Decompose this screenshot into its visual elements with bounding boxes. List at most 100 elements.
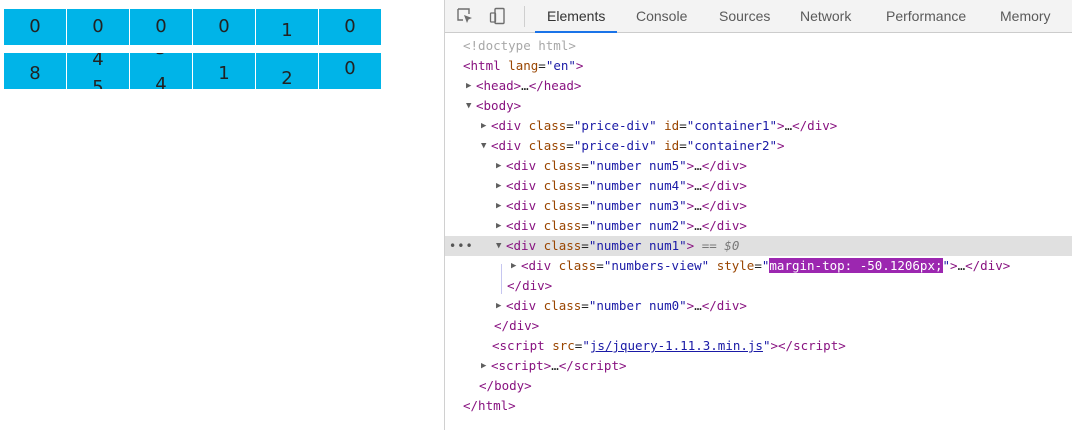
- div-close-tag: div: [509, 318, 532, 333]
- inspect-element-icon[interactable]: [456, 7, 474, 25]
- expand-triangle-icon[interactable]: ▶: [496, 156, 506, 176]
- div-tag: div: [513, 198, 537, 213]
- collapsed-ellipsis: …: [551, 358, 559, 373]
- collapsed-ellipsis: …: [521, 78, 529, 93]
- style-attr: style: [716, 258, 755, 273]
- number-cell: 0: [67, 9, 129, 45]
- class-attr: class: [528, 118, 567, 133]
- id-attr: id: [664, 138, 680, 153]
- dom-line-num0[interactable]: ▶ <div class="number num0">…</div>: [445, 296, 1072, 316]
- price-div-container1: 0 0 0 0 1 0: [4, 9, 382, 45]
- div-close-tag: div: [716, 198, 740, 213]
- dom-line-head[interactable]: ▶ <head>…</head>: [445, 76, 1072, 96]
- class-value: "price-div": [573, 138, 657, 153]
- class-value: "number num5": [588, 158, 687, 173]
- doctype-text: <!doctype html>: [463, 38, 576, 53]
- tab-sources[interactable]: Sources: [707, 0, 782, 32]
- collapse-triangle-icon[interactable]: ▼: [481, 136, 491, 156]
- number-cell: 0: [193, 9, 255, 45]
- tab-console[interactable]: Console: [624, 0, 699, 32]
- dom-line-container2-close[interactable]: </div>: [445, 316, 1072, 336]
- digit-text: 2: [281, 68, 293, 89]
- tab-elements[interactable]: Elements: [535, 0, 618, 33]
- div-tag: div: [498, 138, 522, 153]
- dom-line-num1-close[interactable]: </div>: [445, 276, 1072, 296]
- dom-line-script-inline[interactable]: ▶ <script>…</script>: [445, 356, 1072, 376]
- class-value: "number num4": [588, 178, 687, 193]
- digit-text: 0: [344, 58, 356, 79]
- expand-triangle-icon[interactable]: ▶: [496, 176, 506, 196]
- dom-line-num3[interactable]: ▶ <div class="number num3">…</div>: [445, 196, 1072, 216]
- digit-text: 5: [92, 77, 104, 90]
- expand-triangle-icon[interactable]: ▶: [466, 76, 476, 96]
- body-close-tag: body: [494, 378, 525, 393]
- dom-line-script-jquery[interactable]: <script src="js/jquery-1.11.3.min.js"></…: [445, 336, 1072, 356]
- dom-line-num1-selected[interactable]: ••• ▼ <div class="number num1"> == $0: [445, 236, 1072, 256]
- script-src-link[interactable]: js/jquery-1.11.3.min.js: [590, 338, 763, 353]
- div-close-tag: div: [716, 298, 740, 313]
- digit-text: 4: [92, 53, 104, 70]
- class-attr: class: [543, 238, 582, 253]
- class-value: "number num0": [588, 298, 687, 313]
- lang-attr: lang: [508, 58, 539, 73]
- collapse-triangle-icon[interactable]: ▼: [466, 96, 476, 116]
- class-attr: class: [543, 198, 582, 213]
- dom-line-body-close[interactable]: </body>: [445, 376, 1072, 396]
- id-value: "container1": [686, 118, 778, 133]
- selected-node-marker: == $0: [701, 238, 740, 253]
- expand-triangle-icon[interactable]: ▶: [496, 296, 506, 316]
- id-value: "container2": [686, 138, 778, 153]
- digit-text: 4: [155, 74, 167, 90]
- expand-triangle-icon[interactable]: ▶: [496, 196, 506, 216]
- script-tag: script: [498, 358, 544, 373]
- collapsed-ellipsis: …: [694, 298, 702, 313]
- digit-text: 0: [29, 16, 41, 37]
- device-toolbar-icon[interactable]: [489, 7, 507, 25]
- dom-line-body[interactable]: ▼ <body>: [445, 96, 1072, 116]
- script-tag: script: [499, 338, 545, 353]
- dom-line-num2[interactable]: ▶ <div class="number num2">…</div>: [445, 216, 1072, 236]
- dom-line-html-close[interactable]: </html>: [445, 396, 1072, 416]
- dom-line-num4[interactable]: ▶ <div class="number num4">…</div>: [445, 176, 1072, 196]
- ellipsis-icon[interactable]: •••: [449, 236, 474, 256]
- div-tag: div: [498, 118, 522, 133]
- digit-text: 8: [29, 63, 41, 84]
- tab-network[interactable]: Network: [788, 0, 863, 32]
- dom-line-container1[interactable]: ▶ <div class="price-div" id="container1">…: [445, 116, 1072, 136]
- dom-line-html[interactable]: <html lang="en">: [445, 56, 1072, 76]
- page-viewport: 000010 84554120: [0, 0, 444, 430]
- dom-line-container2[interactable]: ▼ <div class="price-div" id="container2">: [445, 136, 1072, 156]
- dom-line-numbers-view[interactable]: ▶ <div class="numbers-view" style="margin…: [445, 256, 1072, 276]
- digit-text: 0: [218, 16, 230, 37]
- div-tag: div: [513, 238, 537, 253]
- tab-memory[interactable]: Memory: [988, 0, 1063, 32]
- div-close-tag: div: [807, 118, 830, 133]
- div-close-tag: div: [716, 178, 740, 193]
- div-close-tag: div: [716, 158, 740, 173]
- number-cell: 1: [193, 53, 255, 89]
- collapsed-ellipsis: …: [957, 258, 966, 273]
- expand-triangle-icon[interactable]: ▶: [511, 256, 521, 276]
- collapsed-ellipsis: …: [694, 198, 702, 213]
- tab-performance[interactable]: Performance: [874, 0, 978, 32]
- class-value: "price-div": [573, 118, 657, 133]
- digit-text: 1: [218, 63, 230, 84]
- class-value: "numbers-view": [603, 258, 710, 273]
- div-close-tag: div: [980, 258, 1003, 273]
- expand-triangle-icon[interactable]: ▶: [496, 216, 506, 236]
- dom-line-num5[interactable]: ▶ <div class="number num5">…</div>: [445, 156, 1072, 176]
- number-cell: 1: [256, 9, 318, 45]
- devtools-panel: Elements Console Sources Network Perform…: [444, 0, 1072, 430]
- digit-text: 5: [130, 53, 192, 59]
- expand-triangle-icon[interactable]: ▶: [481, 356, 491, 376]
- collapse-triangle-icon[interactable]: ▼: [496, 236, 506, 256]
- class-value: "number num3": [588, 198, 687, 213]
- dom-line-doctype[interactable]: <!doctype html>: [445, 36, 1072, 56]
- lang-value: "en": [545, 58, 576, 73]
- class-attr: class: [543, 298, 582, 313]
- number-cell: 0: [4, 9, 66, 45]
- class-attr: class: [543, 158, 582, 173]
- dom-tree: <!doctype html> <html lang="en"> ▶ <head>…: [445, 34, 1072, 430]
- class-attr: class: [528, 138, 567, 153]
- expand-triangle-icon[interactable]: ▶: [481, 116, 491, 136]
